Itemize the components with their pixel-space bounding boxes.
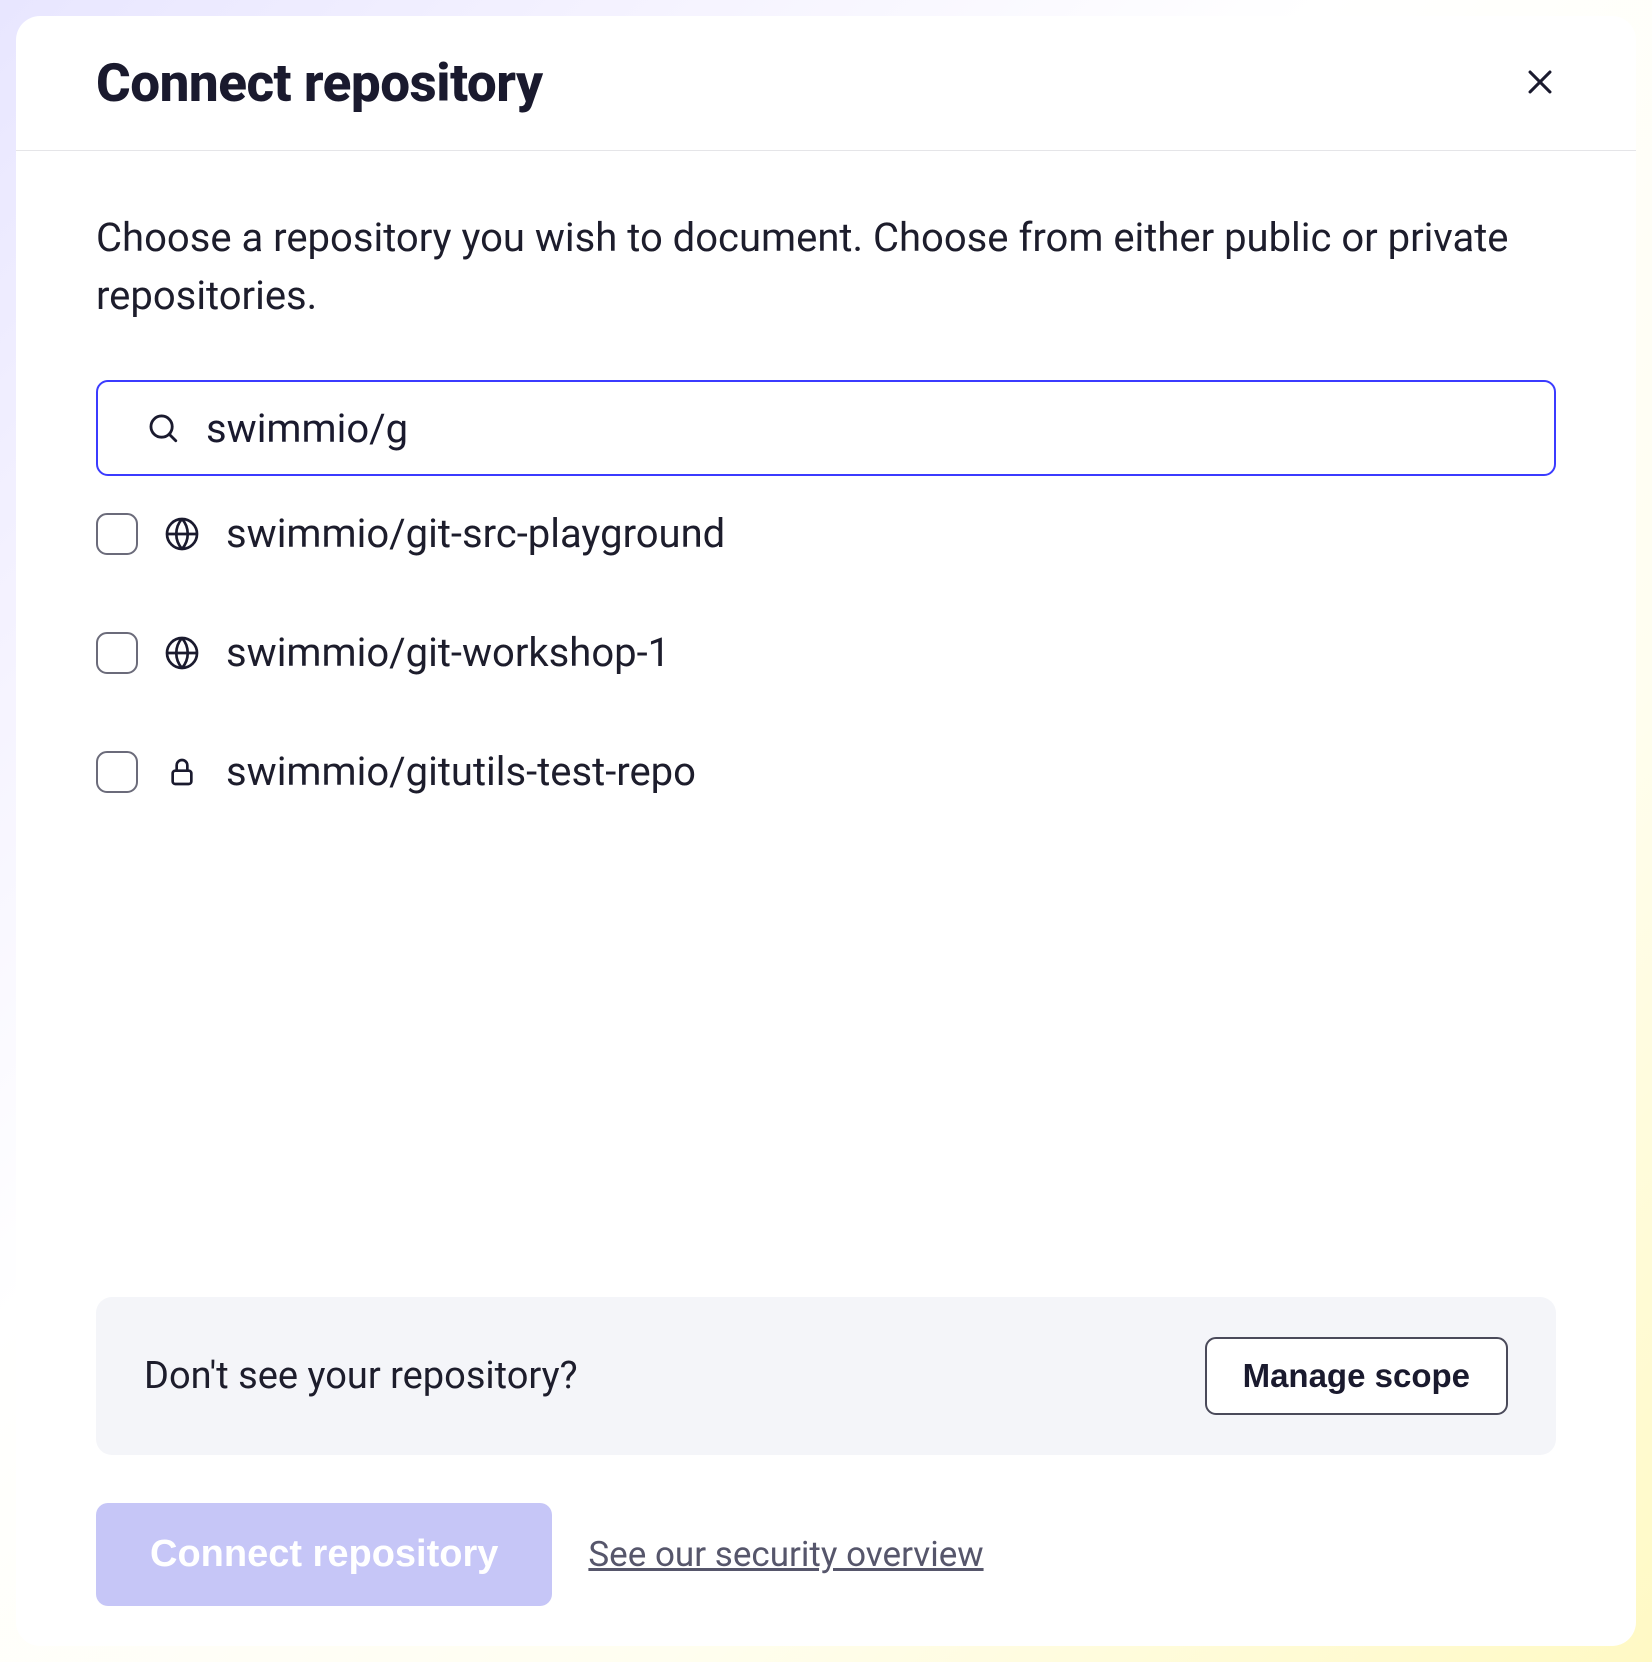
security-overview-link[interactable]: See our security overview [588,1534,983,1575]
globe-icon [164,516,200,552]
close-icon [1523,65,1557,102]
repo-checkbox[interactable] [96,513,138,555]
connect-repository-button[interactable]: Connect repository [96,1503,552,1606]
repo-item[interactable]: swimmio/gitutils-test-repo [96,748,1556,795]
repo-item[interactable]: swimmio/git-workshop-1 [96,629,1556,676]
modal-body: Choose a repository you wish to document… [16,151,1636,1646]
modal-header: Connect repository [16,16,1636,151]
globe-icon [164,635,200,671]
repo-item[interactable]: swimmio/git-src-playground [96,510,1556,557]
hint-box: Don't see your repository? Manage scope [96,1297,1556,1455]
hint-text: Don't see your repository? [144,1354,578,1398]
repo-name: swimmio/git-src-playground [226,510,725,557]
modal-title: Connect repository [96,52,543,114]
connect-repository-modal: Connect repository Choose a repository y… [16,16,1636,1646]
search-wrap [96,380,1556,476]
repo-name: swimmio/gitutils-test-repo [226,748,696,795]
repo-name: swimmio/git-workshop-1 [226,629,670,676]
repo-checkbox[interactable] [96,632,138,674]
modal-description: Choose a repository you wish to document… [96,209,1556,324]
lock-icon [164,754,200,790]
spacer [96,795,1556,1269]
manage-scope-button[interactable]: Manage scope [1205,1337,1508,1415]
repo-checkbox[interactable] [96,751,138,793]
repo-search-input[interactable] [96,380,1556,476]
modal-footer: Connect repository See our security over… [96,1503,1556,1606]
close-button[interactable] [1516,59,1564,107]
search-icon [146,411,180,445]
repo-list: swimmio/git-src-playground swimmio/git-w… [96,510,1556,795]
